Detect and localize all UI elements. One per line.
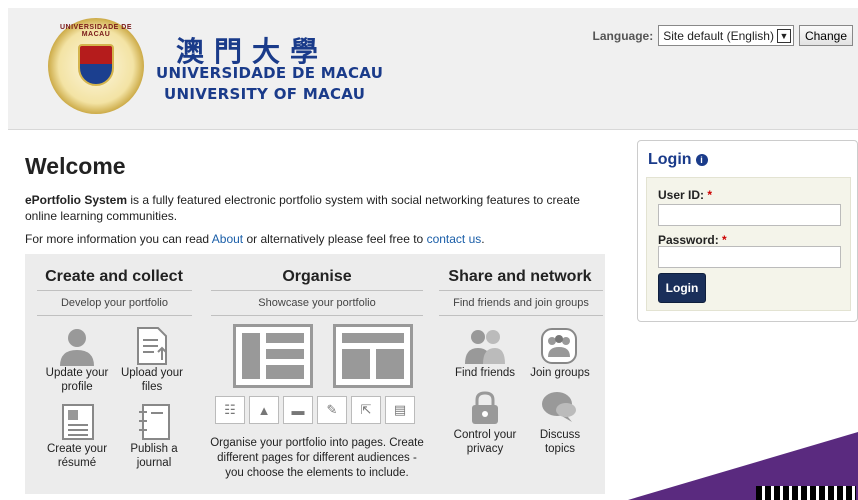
- login-title: Login i: [648, 151, 708, 169]
- user-id-label: User ID: *: [658, 188, 712, 202]
- features-panel: Create and collect Develop your portfoli…: [25, 254, 605, 494]
- join-groups-label[interactable]: Join groups: [527, 366, 593, 380]
- about-link[interactable]: About: [212, 232, 243, 246]
- seal-text: UNIVERSIDADE DE MACAU: [59, 24, 133, 38]
- folder-icon[interactable]: ▬: [283, 396, 313, 424]
- university-name-portuguese: UNIVERSIDADE DE MACAU: [156, 64, 384, 82]
- resume-icon[interactable]: [59, 402, 97, 442]
- chevron-down-icon: ▼: [776, 28, 791, 43]
- login-form: User ID: * Password: * Login: [646, 177, 851, 311]
- image-icon[interactable]: ▲: [249, 396, 279, 424]
- user-id-input[interactable]: [658, 204, 841, 226]
- upload-file-icon[interactable]: [133, 326, 173, 366]
- required-marker: *: [707, 188, 713, 202]
- login-panel: Login i User ID: * Password: * Login: [637, 140, 858, 322]
- card-icon[interactable]: ▤: [385, 396, 415, 424]
- language-selected-value: Site default (English): [663, 28, 774, 43]
- info-text: For more information you can read About …: [25, 232, 485, 246]
- intro-product-name: ePortfolio System: [25, 193, 128, 207]
- organise-subtitle: Showcase your portfolio: [211, 290, 423, 316]
- info-prefix: For more information you can read: [25, 232, 212, 246]
- language-label: Language:: [592, 28, 654, 43]
- publish-journal-label[interactable]: Publish a journal: [119, 442, 189, 470]
- control-privacy-label[interactable]: Control your privacy: [447, 428, 523, 456]
- university-name-english: UNIVERSITY OF MACAU: [164, 85, 366, 103]
- groups-icon[interactable]: [539, 326, 579, 366]
- discuss-topics-label[interactable]: Discuss topics: [527, 428, 593, 456]
- login-button[interactable]: Login: [658, 273, 706, 303]
- update-profile-label[interactable]: Update your profile: [43, 366, 111, 394]
- password-label: Password: *: [658, 233, 727, 247]
- password-label-text: Password:: [658, 233, 719, 247]
- university-seal-logo: UNIVERSIDADE DE MACAU: [48, 18, 144, 114]
- page-layout-icon: [233, 324, 313, 388]
- user-profile-icon[interactable]: [57, 326, 97, 366]
- qr-code-icon: [756, 486, 856, 500]
- discussion-icon[interactable]: [539, 390, 579, 426]
- change-language-button[interactable]: Change: [798, 25, 853, 46]
- contact-us-link[interactable]: contact us: [427, 232, 482, 246]
- user-id-label-text: User ID:: [658, 188, 705, 202]
- language-selector: Language: Site default (English) ▼ Chang…: [593, 25, 853, 46]
- create-collect-title: Create and collect: [45, 268, 183, 285]
- info-middle: or alternatively please feel free to: [243, 232, 427, 246]
- edit-icon[interactable]: ✎: [317, 396, 347, 424]
- upload-files-label[interactable]: Upload your files: [117, 366, 187, 394]
- create-resume-label[interactable]: Create your résumé: [43, 442, 111, 470]
- info-icon[interactable]: i: [695, 154, 708, 166]
- share-network-title: Share and network: [448, 268, 592, 285]
- page-header: UNIVERSIDADE DE MACAU 澳門大學 UNIVERSIDADE …: [8, 8, 858, 130]
- organise-description: Organise your portfolio into pages. Crea…: [210, 437, 424, 479]
- lock-icon[interactable]: [465, 390, 505, 426]
- find-friends-label[interactable]: Find friends: [447, 366, 523, 380]
- friends-icon[interactable]: [461, 326, 509, 366]
- page-element-toolbar: ☷ ▲ ▬ ✎ ⇱ ▤: [215, 396, 415, 424]
- create-collect-subtitle: Develop your portfolio: [37, 290, 192, 316]
- page-layout-columns-icon: [333, 324, 413, 388]
- intro-text: ePortfolio System is a fully featured el…: [25, 192, 605, 224]
- shield-icon: [78, 44, 114, 86]
- organise-title: Organise: [282, 268, 352, 285]
- page-title: Welcome: [25, 153, 126, 179]
- required-marker: *: [722, 233, 727, 247]
- language-dropdown[interactable]: Site default (English) ▼: [658, 25, 794, 46]
- journal-icon[interactable]: [135, 402, 173, 442]
- checklist-icon[interactable]: ☷: [215, 396, 245, 424]
- password-input[interactable]: [658, 246, 841, 268]
- login-title-text: Login: [648, 151, 692, 168]
- info-suffix: .: [481, 232, 485, 246]
- export-icon[interactable]: ⇱: [351, 396, 381, 424]
- share-network-subtitle: Find friends and join groups: [439, 290, 603, 316]
